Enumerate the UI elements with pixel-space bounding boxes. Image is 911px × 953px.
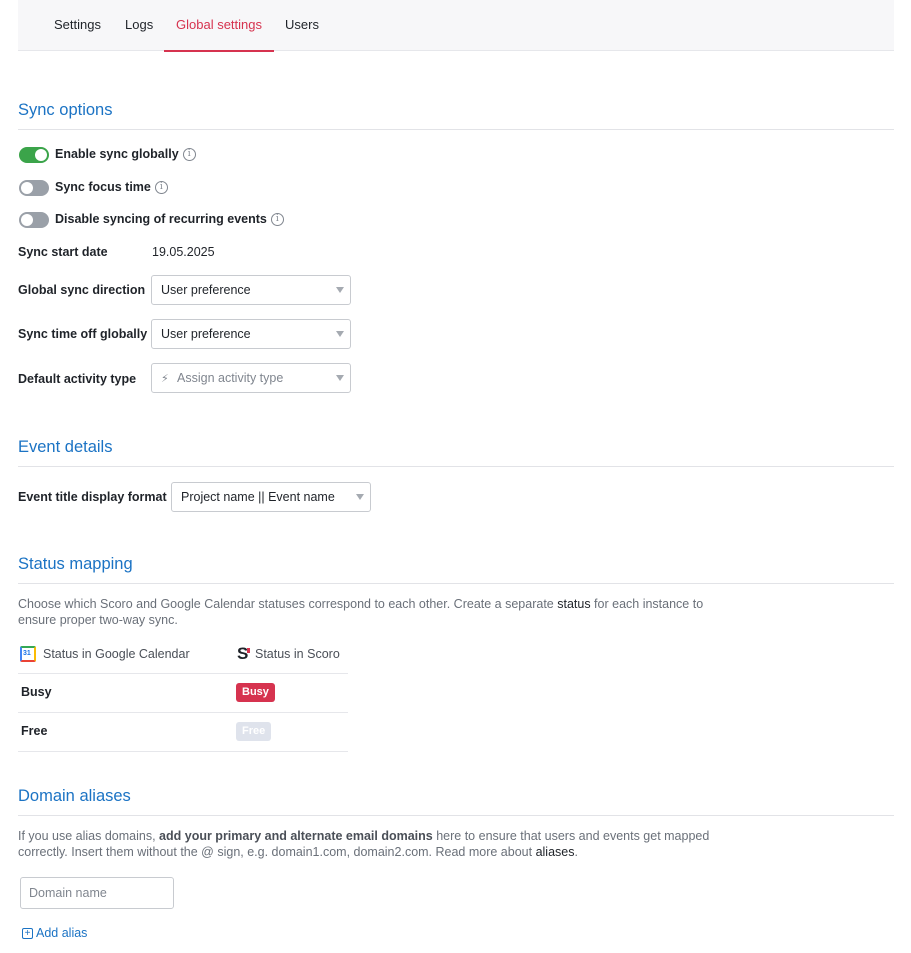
- divider: [18, 815, 894, 816]
- toggle-knob: [21, 214, 33, 226]
- info-icon[interactable]: i: [154, 180, 168, 194]
- select-value: Project name || Event name: [181, 490, 335, 504]
- desc-text: Choose which Scoro and Google Calendar s…: [18, 597, 558, 611]
- info-icon[interactable]: i: [182, 147, 196, 161]
- section-title-sync-options: Sync options: [18, 101, 113, 119]
- event-title-format-label: Event title display format: [18, 490, 167, 504]
- tab-bar: Settings Logs Global settings Users: [18, 0, 894, 52]
- default-activity-type-label: Default activity type: [18, 372, 137, 386]
- global-sync-direction-select[interactable]: User preference: [151, 275, 351, 305]
- aliases-link[interactable]: aliases: [536, 845, 575, 859]
- desc-text: If you use alias domains,: [18, 829, 160, 843]
- add-alias-label: Add alias: [36, 926, 88, 940]
- desc-text: .: [574, 844, 578, 859]
- tab-global-settings[interactable]: Global settings: [164, 0, 274, 52]
- caret-down-icon: [336, 331, 344, 337]
- toggle-label-text: Enable sync globally: [55, 147, 179, 161]
- status-row-google-busy: Busy: [21, 685, 52, 699]
- column-header-google-calendar: 31 Status in Google Calendar: [20, 646, 190, 662]
- domain-aliases-description: If you use alias domains, add your prima…: [18, 829, 738, 860]
- status-link[interactable]: status: [557, 597, 590, 611]
- select-placeholder: Assign activity type: [177, 371, 284, 385]
- sync-time-off-select[interactable]: User preference: [151, 319, 351, 349]
- table-row-divider: [18, 751, 348, 752]
- tab-logs[interactable]: Logs: [125, 0, 153, 51]
- select-value: User preference: [161, 283, 251, 297]
- tab-settings[interactable]: Settings: [54, 0, 101, 51]
- desc-bold-text: add your primary and alternate email dom…: [159, 829, 433, 843]
- plus-square-icon: +: [22, 927, 33, 939]
- caret-down-icon: [336, 287, 344, 293]
- info-icon[interactable]: i: [270, 212, 284, 226]
- toggle-label-sync-focus-time: Sync focus time i: [55, 180, 168, 194]
- divider: [18, 466, 894, 467]
- toggle-label-enable-sync: Enable sync globally i: [55, 147, 196, 161]
- column-header-scoro: S Status in Scoro: [237, 644, 340, 663]
- table-row-divider: [18, 673, 348, 674]
- tab-users[interactable]: Users: [285, 0, 319, 51]
- event-title-format-select[interactable]: Project name || Event name: [171, 482, 371, 512]
- sync-start-date-value: 19.05.2025: [152, 245, 215, 259]
- sync-time-off-label: Sync time off globally: [18, 327, 148, 341]
- gcal-day: 31: [23, 650, 31, 657]
- section-title-status-mapping: Status mapping: [18, 555, 133, 573]
- toggle-knob: [35, 149, 47, 161]
- divider: [18, 129, 894, 130]
- column-header-text: Status in Google Calendar: [43, 647, 190, 661]
- toggle-enable-sync-globally[interactable]: [19, 147, 49, 163]
- toggle-label-text: Disable syncing of recurring events: [55, 212, 267, 226]
- domain-name-input[interactable]: [20, 877, 174, 909]
- divider: [18, 583, 894, 584]
- column-header-text: Status in Scoro: [255, 647, 340, 661]
- status-badge-busy[interactable]: Busy: [236, 683, 275, 702]
- section-title-domain-aliases: Domain aliases: [18, 787, 131, 805]
- lightning-icon: ⚡︎: [161, 373, 169, 385]
- google-calendar-icon: 31: [20, 646, 36, 662]
- status-badge-free[interactable]: Free: [236, 722, 272, 741]
- sync-start-date-label: Sync start date: [18, 245, 108, 259]
- add-alias-button[interactable]: + Add alias: [22, 926, 87, 940]
- scoro-logo-icon: S: [237, 644, 250, 663]
- toggle-sync-focus-time[interactable]: [19, 180, 49, 196]
- default-activity-type-select[interactable]: ⚡︎ Assign activity type: [151, 363, 351, 393]
- toggle-label-text: Sync focus time: [55, 180, 151, 194]
- global-sync-direction-label: Global sync direction: [18, 283, 146, 297]
- toggle-knob: [21, 182, 33, 194]
- status-mapping-description: Choose which Scoro and Google Calendar s…: [18, 597, 738, 628]
- toggle-disable-recurring-events[interactable]: [19, 212, 49, 228]
- section-title-event-details: Event details: [18, 438, 113, 456]
- caret-down-icon: [336, 375, 344, 381]
- table-row-divider: [18, 712, 348, 713]
- caret-down-icon: [356, 494, 364, 500]
- select-value: User preference: [161, 327, 251, 341]
- toggle-label-disable-recurring: Disable syncing of recurring events i: [55, 212, 284, 226]
- status-row-google-free: Free: [21, 724, 48, 738]
